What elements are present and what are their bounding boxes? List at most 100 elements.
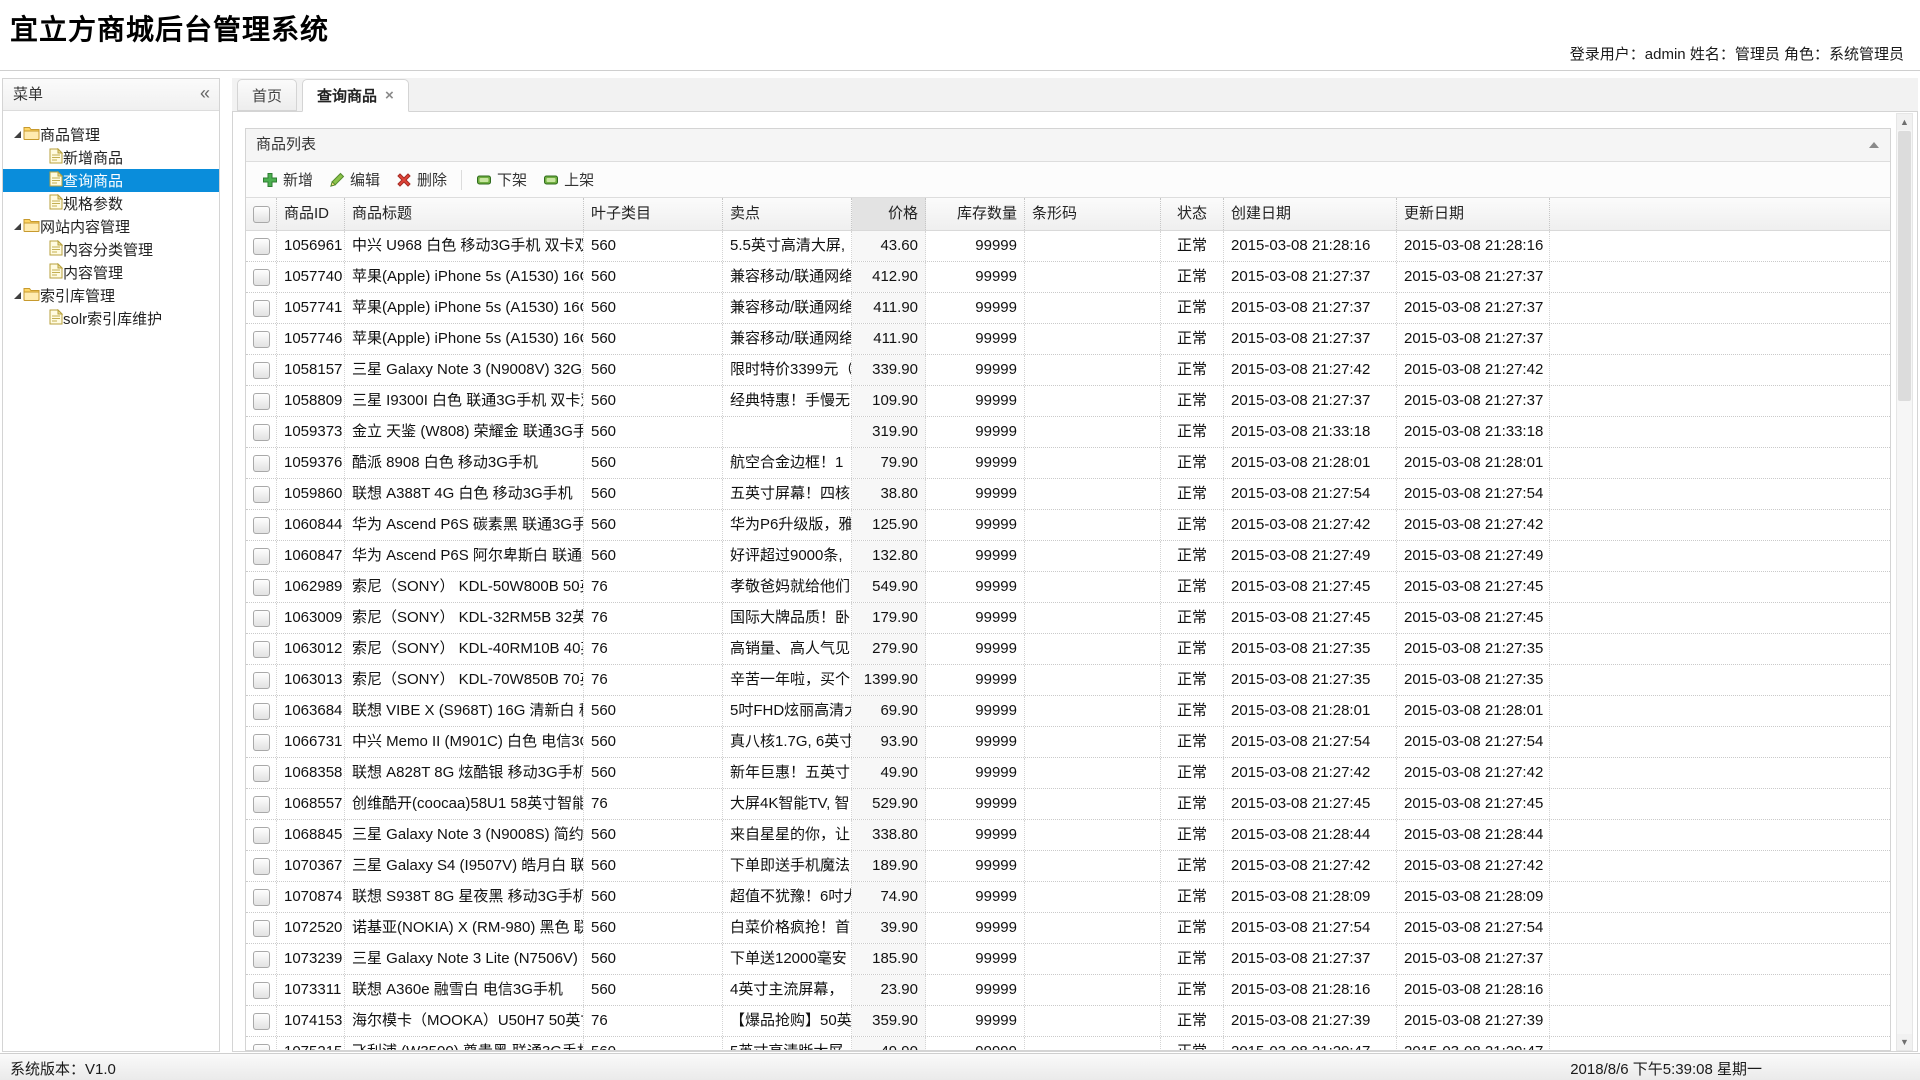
tab-home[interactable]: 首页: [237, 79, 297, 111]
tree-node-index-library-management[interactable]: 索引库管理: [3, 284, 219, 307]
row-checkbox[interactable]: [253, 1013, 270, 1030]
table-row[interactable]: 1057741苹果(Apple) iPhone 5s (A1530) 16GB5…: [246, 293, 1890, 324]
add-button[interactable]: 新增: [254, 166, 321, 193]
tree-node-content-management[interactable]: 内容管理: [3, 261, 219, 284]
row-checkbox[interactable]: [253, 362, 270, 379]
row-checkbox[interactable]: [253, 424, 270, 441]
row-checkbox[interactable]: [253, 548, 270, 565]
row-checkbox[interactable]: [253, 672, 270, 689]
column-header-price[interactable]: 价格: [852, 198, 926, 230]
table-row[interactable]: 1072520诺基亚(NOKIA) X (RM-980) 黑色 联通560白菜价…: [246, 913, 1890, 944]
row-checkbox[interactable]: [253, 517, 270, 534]
table-row[interactable]: 1060847华为 Ascend P6S 阿尔卑斯白 联通3G560好评超过90…: [246, 541, 1890, 572]
tree-node-content-category-management[interactable]: 内容分类管理: [3, 238, 219, 261]
table-row[interactable]: 1063684联想 VIBE X (S968T) 16G 清新白 移动5605吋…: [246, 696, 1890, 727]
row-checkbox[interactable]: [253, 889, 270, 906]
table-row[interactable]: 1073311联想 A360e 融雪白 电信3G手机5604英寸主流屏幕，23.…: [246, 975, 1890, 1006]
tree-node-goods-management[interactable]: 商品管理: [3, 123, 219, 146]
table-row[interactable]: 1060844华为 Ascend P6S 碳素黑 联通3G手机560华为P6升级…: [246, 510, 1890, 541]
table-row[interactable]: 1070367三星 Galaxy S4 (I9507V) 皓月白 联通560下单…: [246, 851, 1890, 882]
table-row[interactable]: 1073239三星 Galaxy Note 3 Lite (N7506V) 16…: [246, 944, 1890, 975]
table-row[interactable]: 1068358联想 A828T 8G 炫酷银 移动3G手机560新年巨惠！五英寸…: [246, 758, 1890, 789]
row-checkbox[interactable]: [253, 982, 270, 999]
row-checkbox[interactable]: [253, 486, 270, 503]
tree-node-site-content-management[interactable]: 网站内容管理: [3, 215, 219, 238]
row-checkbox[interactable]: [253, 858, 270, 875]
table-row[interactable]: 1057740苹果(Apple) iPhone 5s (A1530) 16GB5…: [246, 262, 1890, 293]
scroll-up-arrow-icon[interactable]: ▲: [1897, 114, 1912, 130]
tree-node-spec-params[interactable]: 规格参数: [3, 192, 219, 215]
column-header-updated-date[interactable]: 更新日期: [1397, 198, 1550, 230]
tree-node-add-goods[interactable]: 新增商品: [3, 146, 219, 169]
table-row[interactable]: 1074153海尔模卡（MOOKA）U50H7 50英寸76【爆品抢购】50英3…: [246, 1006, 1890, 1037]
table-row[interactable]: 1058157三星 Galaxy Note 3 (N9008V) 32G版560…: [246, 355, 1890, 386]
row-checkbox[interactable]: [253, 610, 270, 627]
table-row[interactable]: 1063013索尼（SONY） KDL-70W850B 70英寸76辛苦一年啦，…: [246, 665, 1890, 696]
row-checkbox[interactable]: [253, 796, 270, 813]
table-row[interactable]: 1058809三星 I9300I 白色 联通3G手机 双卡双560经典特惠！手慢…: [246, 386, 1890, 417]
tab-query-goods[interactable]: 查询商品×: [302, 79, 409, 112]
delete-button[interactable]: 删除: [388, 166, 455, 193]
row-checkbox[interactable]: [253, 951, 270, 968]
off-shelf-button[interactable]: 下架: [468, 166, 535, 193]
column-header-barcode[interactable]: 条形码: [1025, 198, 1161, 230]
tree-node-query-goods[interactable]: 查询商品: [3, 169, 219, 192]
table-row[interactable]: 1075215飞利浦 (W3500) 尊贵黑 联通3G手机5605英寸高清晰大屏…: [246, 1037, 1890, 1051]
row-checkbox[interactable]: [253, 393, 270, 410]
table-row[interactable]: 1057746苹果(Apple) iPhone 5s (A1530) 16GB5…: [246, 324, 1890, 355]
tree-node-solr-index-maintenance[interactable]: solr索引库维护: [3, 307, 219, 330]
sidebar-collapse-icon[interactable]: «: [200, 78, 210, 109]
tab-close-icon[interactable]: ×: [385, 88, 394, 103]
cell-barcode: [1025, 355, 1161, 385]
cell-product-title: 三星 Galaxy Note 3 (N9008S) 简约白: [345, 820, 584, 850]
table-row[interactable]: 1059860联想 A388T 4G 白色 移动3G手机560五英寸屏幕！四核3…: [246, 479, 1890, 510]
column-header-stock-quantity[interactable]: 库存数量: [926, 198, 1025, 230]
row-checkbox[interactable]: [253, 765, 270, 782]
table-row[interactable]: 1068845三星 Galaxy Note 3 (N9008S) 简约白560来…: [246, 820, 1890, 851]
row-checkbox[interactable]: [253, 269, 270, 286]
on-shelf-button[interactable]: 上架: [535, 166, 602, 193]
column-header-leaf-category[interactable]: 叶子类目: [584, 198, 723, 230]
row-checkbox[interactable]: [253, 579, 270, 596]
column-header-status[interactable]: 状态: [1161, 198, 1224, 230]
expand-arrow-icon[interactable]: [3, 292, 23, 299]
column-header-product-title[interactable]: 商品标题: [345, 198, 584, 230]
table-row[interactable]: 1070874联想 S938T 8G 星夜黑 移动3G手机 双560超值不犹豫！…: [246, 882, 1890, 913]
scrollbar-thumb[interactable]: [1898, 131, 1911, 401]
row-checkbox[interactable]: [253, 827, 270, 844]
table-row[interactable]: 1063009索尼（SONY） KDL-32RM5B 32英寸76国际大牌品质！…: [246, 603, 1890, 634]
row-checkbox[interactable]: [253, 703, 270, 720]
cell-status: 正常: [1161, 572, 1224, 602]
row-checkbox[interactable]: [253, 455, 270, 472]
row-checkbox[interactable]: [253, 920, 270, 937]
table-row[interactable]: 1063012索尼（SONY） KDL-40RM10B 40英寸76高销量、高人…: [246, 634, 1890, 665]
vertical-scrollbar[interactable]: ▲ ▼: [1896, 113, 1913, 1051]
column-header-created-date[interactable]: 创建日期: [1224, 198, 1397, 230]
row-checkbox[interactable]: [253, 238, 270, 255]
panel-collapse-icon[interactable]: [1869, 142, 1879, 148]
row-checkbox[interactable]: [253, 1044, 270, 1052]
edit-button[interactable]: 编辑: [321, 166, 388, 193]
row-checkbox[interactable]: [253, 300, 270, 317]
cell-selling-point: 5.5英寸高清大屏,: [723, 231, 852, 261]
table-row[interactable]: 1068557创维酷开(coocaa)58U1 58英寸智能酷76大屏4K智能T…: [246, 789, 1890, 820]
column-header-product-id[interactable]: 商品ID: [277, 198, 345, 230]
row-checkbox[interactable]: [253, 641, 270, 658]
cell-stock-quantity: 99999: [926, 417, 1025, 447]
table-row[interactable]: 1059376酷派 8908 白色 移动3G手机560航空合金边框！179.90…: [246, 448, 1890, 479]
row-checkbox[interactable]: [253, 734, 270, 751]
cell-price: 319.90: [852, 417, 926, 447]
expand-arrow-icon[interactable]: [3, 131, 23, 138]
table-row[interactable]: 1059373金立 天鉴 (W808) 荣耀金 联通3G手机560319.909…: [246, 417, 1890, 448]
row-checkbox[interactable]: [253, 331, 270, 348]
expand-arrow-icon[interactable]: [3, 223, 23, 230]
cell-status: 正常: [1161, 1006, 1224, 1036]
folder-icon: [23, 125, 40, 144]
tab-label: 首页: [252, 85, 282, 106]
table-row[interactable]: 1066731中兴 Memo II (M901C) 白色 电信3G手560真八核…: [246, 727, 1890, 758]
column-header-selling-point[interactable]: 卖点: [723, 198, 852, 230]
scroll-down-arrow-icon[interactable]: ▼: [1897, 1034, 1912, 1050]
table-row[interactable]: 1056961中兴 U968 白色 移动3G手机 双卡双待5605.5英寸高清大…: [246, 231, 1890, 262]
table-row[interactable]: 1062989索尼（SONY） KDL-50W800B 50英寸76孝敬爸妈就给…: [246, 572, 1890, 603]
select-all-checkbox[interactable]: [253, 206, 270, 223]
